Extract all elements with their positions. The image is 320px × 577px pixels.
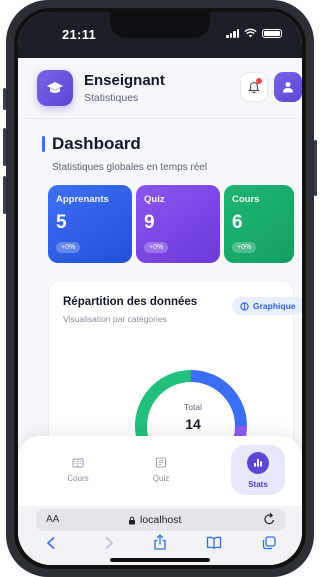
browser-chrome: AA localhost bbox=[18, 506, 302, 565]
status-icons bbox=[226, 28, 282, 38]
cellular-signal-icon bbox=[226, 28, 239, 38]
forward-icon[interactable] bbox=[104, 536, 114, 550]
volume-down-button bbox=[3, 176, 6, 214]
app-header: Enseignant Statistiques bbox=[18, 58, 302, 118]
mute-switch bbox=[3, 88, 6, 110]
notch bbox=[110, 12, 210, 38]
graph-toggle-button[interactable]: Graphique bbox=[232, 297, 302, 315]
quiz-icon bbox=[156, 457, 166, 468]
status-time: 21:11 bbox=[62, 27, 97, 42]
donut-total-value: 14 bbox=[185, 416, 201, 432]
graph-toggle-label: Graphique bbox=[253, 301, 296, 311]
stat-change-badge: +0% bbox=[144, 242, 169, 253]
donut-total-label: Total bbox=[184, 402, 202, 412]
profile-button[interactable] bbox=[274, 72, 302, 102]
tab-cours[interactable]: Cours bbox=[50, 445, 106, 495]
text-size-button[interactable]: AA bbox=[46, 514, 59, 525]
stat-value: 5 bbox=[56, 212, 67, 233]
chart-toggle-icon bbox=[240, 301, 249, 311]
power-button bbox=[314, 140, 317, 196]
phone-bezel: 21:11 Enseignant Statistiques Dashboard … bbox=[14, 8, 306, 569]
reload-icon[interactable] bbox=[263, 512, 276, 526]
stat-label: Cours bbox=[232, 194, 260, 205]
distribution-subtitle: Visualisation par catégories bbox=[63, 314, 167, 324]
header-subtitle: Statistiques bbox=[84, 92, 139, 104]
back-icon[interactable] bbox=[46, 536, 56, 550]
address-bar[interactable]: AA localhost bbox=[36, 509, 286, 531]
dashboard-accent-bar bbox=[42, 136, 45, 152]
share-icon[interactable] bbox=[153, 534, 167, 550]
bottom-tab-bar: Cours Quiz Stats bbox=[18, 436, 302, 506]
header-divider bbox=[18, 118, 302, 119]
distribution-card: Répartition des données Visualisation pa… bbox=[48, 280, 302, 482]
stat-label: Quiz bbox=[144, 194, 165, 205]
wifi-icon bbox=[244, 28, 257, 38]
url-text: localhost bbox=[140, 514, 182, 526]
home-indicator bbox=[110, 558, 210, 562]
lock-icon bbox=[129, 516, 135, 524]
url-display[interactable]: localhost bbox=[128, 514, 181, 526]
tab-label: Quiz bbox=[152, 474, 170, 483]
header-title: Enseignant bbox=[84, 72, 165, 89]
distribution-title: Répartition des données bbox=[63, 296, 198, 308]
battery-icon bbox=[262, 28, 282, 38]
phone-frame: 21:11 Enseignant Statistiques Dashboard … bbox=[3, 0, 317, 577]
chart-icon bbox=[247, 451, 269, 474]
page-title: Dashboard bbox=[52, 134, 141, 153]
tab-label: Cours bbox=[67, 473, 89, 483]
notifications-button[interactable] bbox=[240, 72, 268, 102]
stat-card-apprenants[interactable]: Apprenants 5 +0% bbox=[48, 185, 132, 263]
tab-quiz[interactable]: Quiz bbox=[133, 445, 189, 495]
bookmarks-icon[interactable] bbox=[206, 536, 222, 549]
tab-stats[interactable]: Stats bbox=[231, 445, 285, 495]
notification-dot bbox=[256, 78, 262, 84]
tab-label: Stats bbox=[248, 479, 268, 489]
stat-change-badge: +0% bbox=[232, 242, 257, 253]
stat-card-quiz[interactable]: Quiz 9 +0% bbox=[136, 185, 220, 263]
graduation-cap-icon bbox=[37, 70, 73, 106]
stat-value: 9 bbox=[144, 212, 155, 233]
screen: 21:11 Enseignant Statistiques Dashboard … bbox=[18, 12, 302, 565]
book-icon bbox=[72, 458, 84, 467]
status-bar: 21:11 bbox=[18, 12, 302, 58]
stat-value: 6 bbox=[232, 212, 243, 233]
browser-toolbar bbox=[18, 534, 302, 554]
page-subtitle: Statistiques globales en temps réel bbox=[52, 162, 208, 173]
user-icon bbox=[283, 82, 293, 93]
volume-up-button bbox=[3, 128, 6, 166]
stat-change-badge: +0% bbox=[56, 242, 81, 253]
tabs-icon[interactable] bbox=[262, 536, 276, 550]
stat-card-cours[interactable]: Cours 6 +0% bbox=[224, 185, 294, 263]
stat-label: Apprenants bbox=[56, 194, 109, 205]
